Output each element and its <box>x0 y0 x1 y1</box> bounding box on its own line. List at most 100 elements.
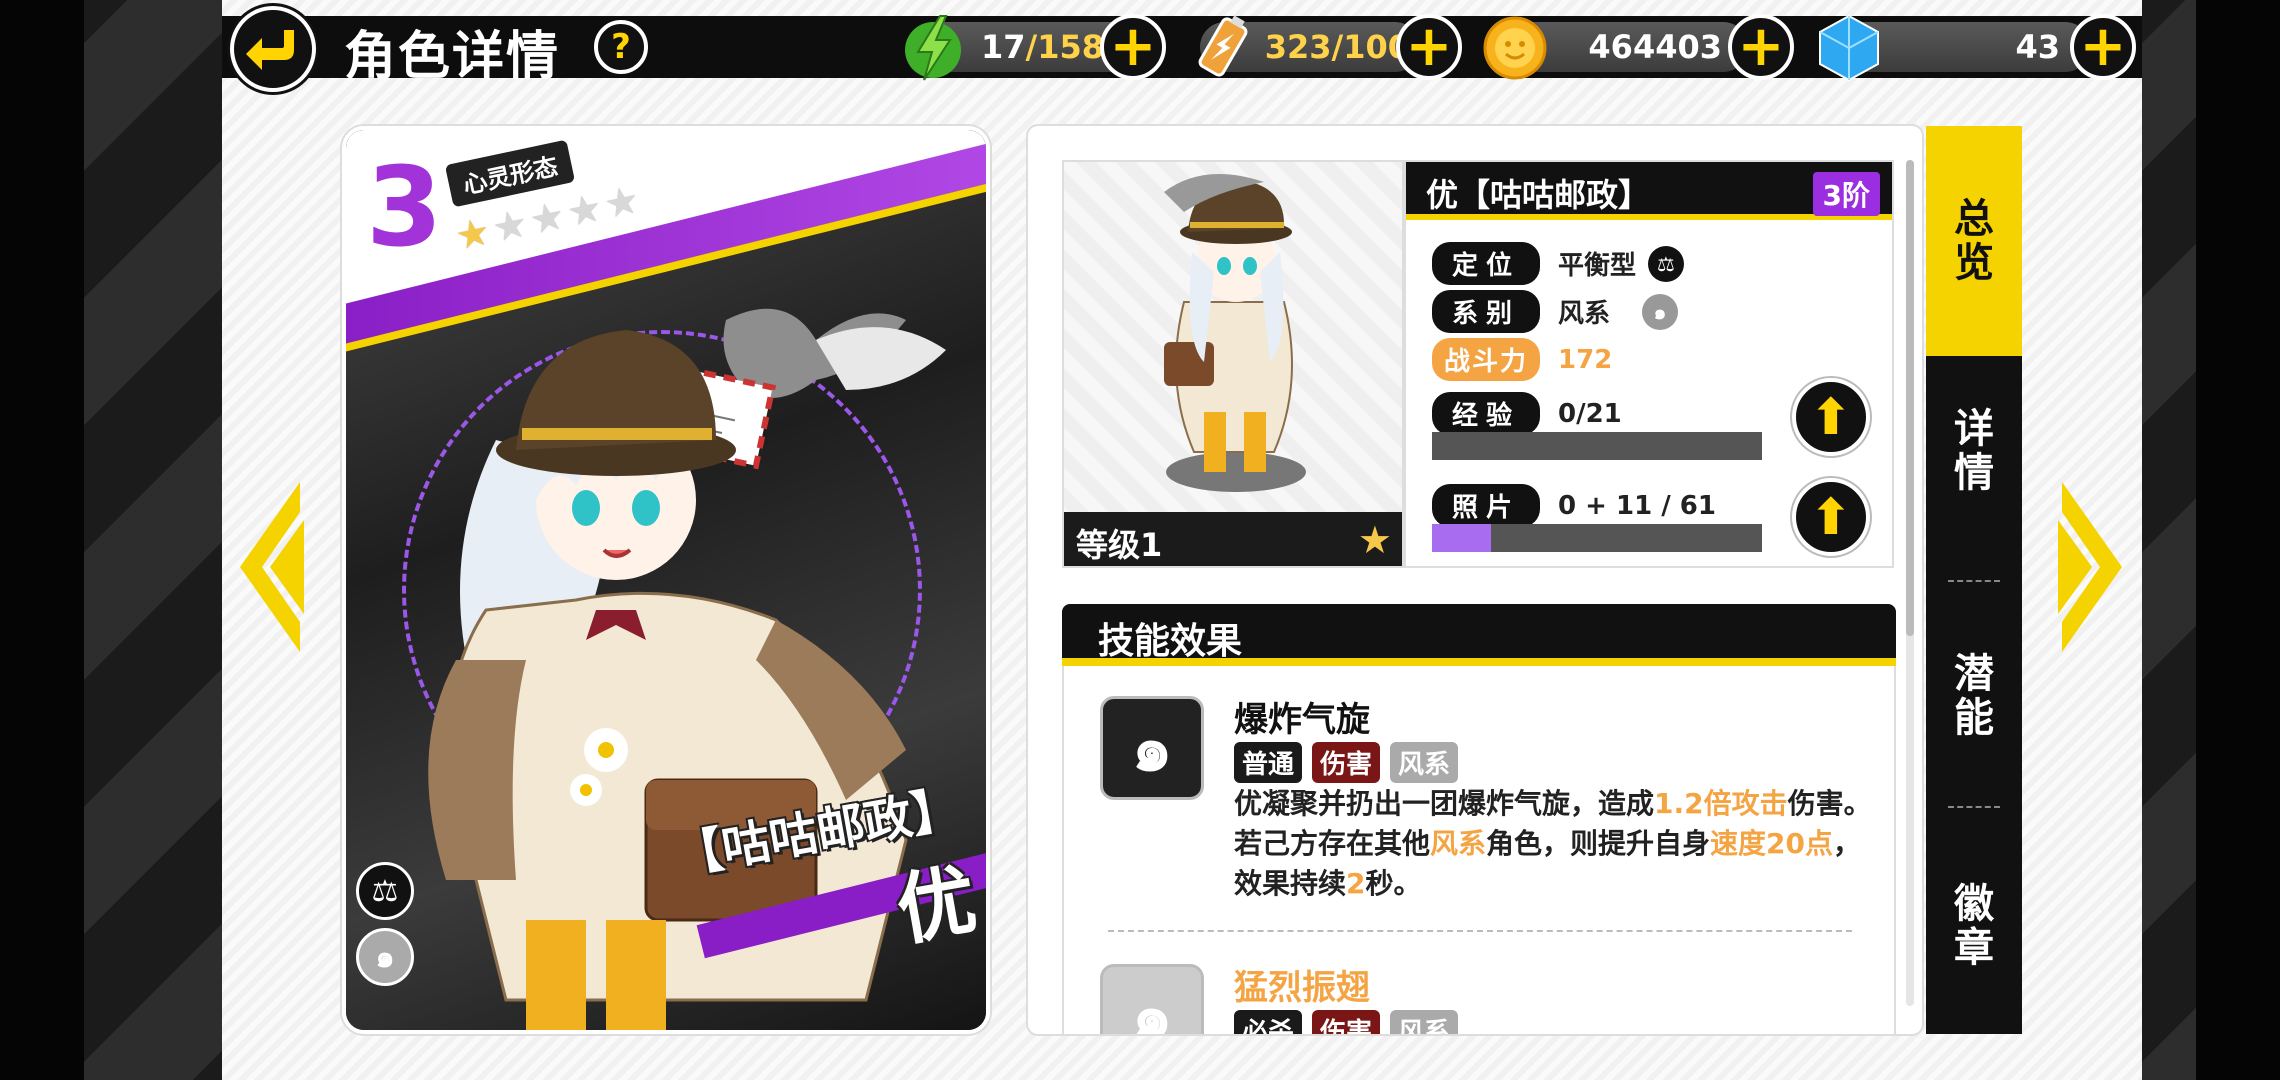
star-icon: ★ <box>488 200 532 251</box>
element-row: 系别 风系 ๑ <box>1432 290 1679 333</box>
power-row: 战斗力 172 <box>1432 338 1612 381</box>
battery-add-button[interactable]: + <box>1396 14 1462 80</box>
skill-tag-damage: 伤害 <box>1312 1010 1381 1034</box>
stamina-current: 17 <box>980 28 1026 66</box>
skill-desc-highlight: 风系 <box>1430 827 1487 860</box>
portrait-level: 等级1 ★ <box>1064 512 1402 566</box>
power-label: 战斗力 <box>1432 338 1541 381</box>
card-rank: 3 <box>366 143 443 271</box>
gem-value: 43 <box>2015 28 2060 66</box>
photo-bar <box>1432 524 1762 552</box>
gem-add-button[interactable]: + <box>2070 14 2136 80</box>
skill-description: 优凝聚并扔出一团爆炸气旋，造成1.2倍攻击伤害。若己方存在其他风系角色，则提升自… <box>1234 784 1874 904</box>
exp-row: 经验 0/21 <box>1432 392 1622 435</box>
battery-icon <box>1198 15 1248 77</box>
tab-divider <box>1948 580 2000 582</box>
character-card: 3 心灵形态 ★ ★ ★ ★ ★ 【咕咕邮政】 优 ⚖ ๑ <box>342 126 990 1034</box>
next-character-arrow-icon[interactable] <box>2058 482 2122 652</box>
page-title: 角色详情 <box>344 27 561 87</box>
exp-upgrade-button[interactable]: ⬆ <box>1792 378 1870 456</box>
skills-list[interactable]: ๑ 爆炸气旋 普通 伤害 风系 优凝聚并扔出一团爆炸气旋，造成1.2倍攻击伤害。… <box>1062 666 1896 1034</box>
skill-tag-element: 风系 <box>1390 742 1459 783</box>
photo-row: 照片 0 + 11 / 61 <box>1432 484 1716 527</box>
screen: 角色详情 ? 17/158 + 323/100 + 464403 + 43 + … <box>0 0 2280 1080</box>
battery-sep: / <box>1331 28 1344 66</box>
skill-desc-text: 秒。 <box>1365 867 1422 900</box>
skill-name: 猛烈振翅 <box>1234 968 1370 1008</box>
tab-badge[interactable]: 徽章 <box>1926 826 2022 1026</box>
stamina-add-button[interactable]: + <box>1100 14 1166 80</box>
star-icon: ★ <box>525 192 569 244</box>
wind-skill-icon: ๑ <box>1100 964 1204 1034</box>
favorite-star-icon[interactable]: ★ <box>1358 518 1392 562</box>
tab-details[interactable]: 详情 <box>1926 356 2022 546</box>
character-stats: 优【咕咕邮政】 3阶 定位 平衡型 ⚖ 系别 风系 ๑ 战斗力 172 经验 0… <box>1404 160 1894 568</box>
skill-tags: 普通 伤害 风系 <box>1234 742 1459 783</box>
tab-divider <box>1948 806 2000 808</box>
position-label: 定位 <box>1432 242 1540 285</box>
stamina-max: 158 <box>1037 28 1104 66</box>
tab-bar: 总览 详情 潜能 徽章 <box>1926 126 2022 1034</box>
coin-resource: 464403 + <box>1483 14 1794 80</box>
character-name-header: 优【咕咕邮政】 3阶 <box>1406 162 1892 220</box>
balance-icon: ⚖ <box>1648 245 1685 282</box>
battery-current: 323 <box>1264 28 1332 66</box>
photo-upgrade-button[interactable]: ⬆ <box>1792 478 1870 556</box>
chibi-illustration <box>1164 174 1306 492</box>
back-arrow-icon <box>246 30 294 70</box>
help-button[interactable]: ? <box>594 20 648 74</box>
tab-char: 总 <box>1954 196 1994 242</box>
power-value: 172 <box>1558 344 1613 375</box>
tab-char: 情 <box>1954 450 1994 496</box>
position-row: 定位 平衡型 ⚖ <box>1432 242 1685 285</box>
tab-char: 详 <box>1954 406 1994 452</box>
photo-bar-fill <box>1432 524 1492 552</box>
coin-add-button[interactable]: + <box>1728 14 1794 80</box>
photo-label: 照片 <box>1432 484 1540 527</box>
level-text: 等级1 <box>1076 526 1163 564</box>
stamina-resource: 17/158 + <box>905 14 1170 81</box>
position-value: 平衡型 <box>1558 251 1637 281</box>
skill-desc-highlight: 1.2倍攻击 <box>1654 787 1788 820</box>
coin-value: 464403 <box>1588 28 1722 66</box>
character-portrait: 等级1 ★ <box>1062 160 1404 568</box>
skill-tags: 必杀 伤害 风系 <box>1234 1010 1459 1034</box>
lightning-icon <box>905 15 961 81</box>
skill-desc-text: 角色，则提升自身 <box>1486 827 1711 860</box>
exp-label: 经验 <box>1432 392 1540 435</box>
wind-icon: ๑ <box>1642 293 1679 330</box>
scrollbar-thumb[interactable] <box>1906 160 1914 636</box>
skill-tag-ultimate: 必杀 <box>1234 1010 1303 1034</box>
tab-overview[interactable]: 总览 <box>1926 126 2022 356</box>
element-value: 风系 <box>1558 299 1611 329</box>
stamina-sep: / <box>1025 28 1038 66</box>
exp-value: 0/21 <box>1558 398 1622 429</box>
element-label: 系别 <box>1432 290 1540 333</box>
skill-name: 爆炸气旋 <box>1234 700 1370 740</box>
tab-potential[interactable]: 潜能 <box>1926 596 2022 796</box>
left-edge <box>0 0 84 1080</box>
skill-tag-element: 风系 <box>1390 1010 1459 1034</box>
tier-badge: 3阶 <box>1812 172 1880 216</box>
star-icon: ★ <box>563 185 606 236</box>
skill-desc-highlight: 2 <box>1346 867 1366 900</box>
previous-character-arrow-icon[interactable] <box>240 482 304 652</box>
battery-resource: 323/100 + <box>1198 14 1480 80</box>
tab-char: 能 <box>1954 695 1994 741</box>
photo-value: 0 + 11 / 61 <box>1558 490 1716 521</box>
back-button[interactable] <box>230 6 316 92</box>
scrollbar[interactable] <box>1906 160 1914 1006</box>
balance-icon: ⚖ <box>356 862 414 920</box>
wind-icon: ๑ <box>356 928 414 986</box>
tab-char: 潜 <box>1954 651 1994 697</box>
coin-icon <box>1483 16 1547 80</box>
right-edge <box>2196 0 2280 1080</box>
character-name: 优【咕咕邮政】 <box>1426 176 1651 214</box>
skills-header: 技能效果 <box>1062 604 1896 666</box>
tab-char: 章 <box>1954 925 1994 971</box>
wind-skill-icon: ๑ <box>1100 696 1204 800</box>
tab-char: 览 <box>1954 240 1994 286</box>
skill-tag-damage: 伤害 <box>1312 742 1381 783</box>
skill-tag-normal: 普通 <box>1234 742 1303 783</box>
gem-icon <box>1819 14 1879 82</box>
